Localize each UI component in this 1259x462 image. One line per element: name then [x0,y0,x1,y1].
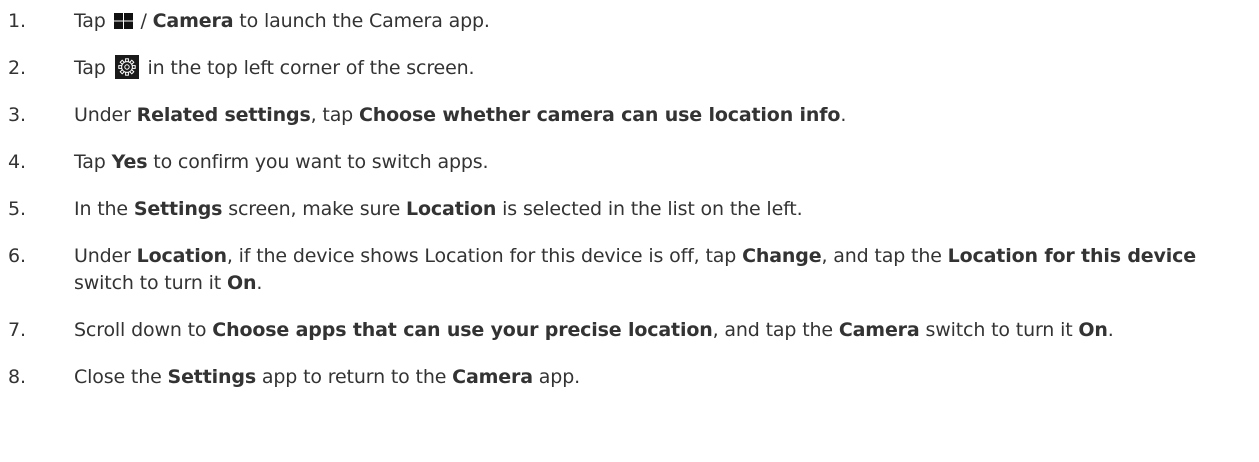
bold-term: Location [406,198,497,220]
text-run: to launch the Camera app. [233,10,490,32]
text-run: Tap [74,151,112,173]
text-run: , if the device shows Location for this … [226,245,743,267]
step-number: 7. [8,319,26,341]
bold-term: Choose apps that can use your precise lo… [212,319,713,341]
text-run: , tap [310,104,359,126]
step-number: 8. [8,366,26,388]
step-text: Tap Yes to confirm you want to switch ap… [74,151,489,173]
text-run: Scroll down to [74,319,213,341]
step-number: 5. [8,198,26,220]
step-item: 8. Close the Settings app to return to th… [0,364,1259,391]
bold-term: Settings [167,366,257,388]
text-run: Under [74,104,137,126]
step-item: 3. Under Related settings, tap Choose whe… [0,102,1259,129]
text-run: Close the [74,366,168,388]
step-item: 5. In the Settings screen, make sure Loca… [0,196,1259,223]
text-run: Under [74,245,137,267]
bold-term: Related settings [136,104,311,126]
step-item: 7. Scroll down to Choose apps that can us… [0,317,1259,344]
step-number: 2. [8,57,26,79]
bold-term: Location for this device [947,245,1196,267]
step-item: 1. Tap / Camera to launch the Camera app. [0,8,1259,35]
step-text: Tap / Camera to launch the Camera app. [74,10,490,32]
bold-term: On [1078,319,1108,341]
text-run: / [134,10,153,32]
bold-term: Yes [111,151,148,173]
text-run: , and tap the [712,319,839,341]
step-number: 4. [8,151,26,173]
step-text: Close the Settings app to return to the … [74,366,580,388]
step-text: Tap in the top left corner of the screen… [74,55,475,79]
text-run: Tap [74,10,112,32]
text-run: Tap [74,57,112,79]
instruction-list: 1. Tap / Camera to launch the Camera app.… [0,0,1259,391]
bold-term: Choose whether camera can use location i… [358,104,841,126]
text-run: in the top left corner of the screen. [141,57,475,79]
step-item: 4. Tap Yes to confirm you want to switch … [0,149,1259,176]
step-text: Under Related settings, tap Choose wheth… [74,104,846,126]
text-run: is selected in the list on the left. [496,198,803,220]
bold-term: On [226,272,257,294]
text-run: app to return to the [256,366,453,388]
text-run: app. [532,366,580,388]
text-run: to confirm you want to switch apps. [147,151,489,173]
step-text: Under Location, if the device shows Loca… [74,245,1196,294]
text-run: . [840,104,847,126]
settings-gear-icon [114,55,139,79]
text-run: , and tap the [821,245,948,267]
bold-term: Camera [152,10,234,32]
bold-term: Location [136,245,227,267]
text-run: switch to turn it [74,272,227,294]
bold-term: Camera [452,366,533,388]
step-number: 6. [8,245,26,267]
step-text: In the Settings screen, make sure Locati… [74,198,803,220]
step-text: Scroll down to Choose apps that can use … [74,319,1114,341]
text-run: In the [74,198,134,220]
text-run: screen, make sure [222,198,407,220]
bold-term: Camera [838,319,920,341]
text-run: . [1107,319,1114,341]
step-number: 3. [8,104,26,126]
step-item: 2. Tap in the top left corner of the scre… [0,55,1259,82]
bold-term: Settings [133,198,223,220]
text-run: . [256,272,263,294]
step-number: 1. [8,10,26,32]
step-item: 6. Under Location, if the device shows Lo… [0,243,1259,297]
text-run: switch to turn it [919,319,1079,341]
bold-term: Change [742,245,822,267]
windows-icon [113,10,133,29]
